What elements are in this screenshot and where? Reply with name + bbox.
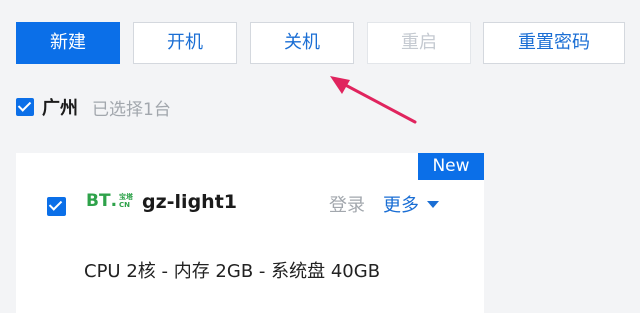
annotation-arrow-icon bbox=[330, 76, 417, 124]
